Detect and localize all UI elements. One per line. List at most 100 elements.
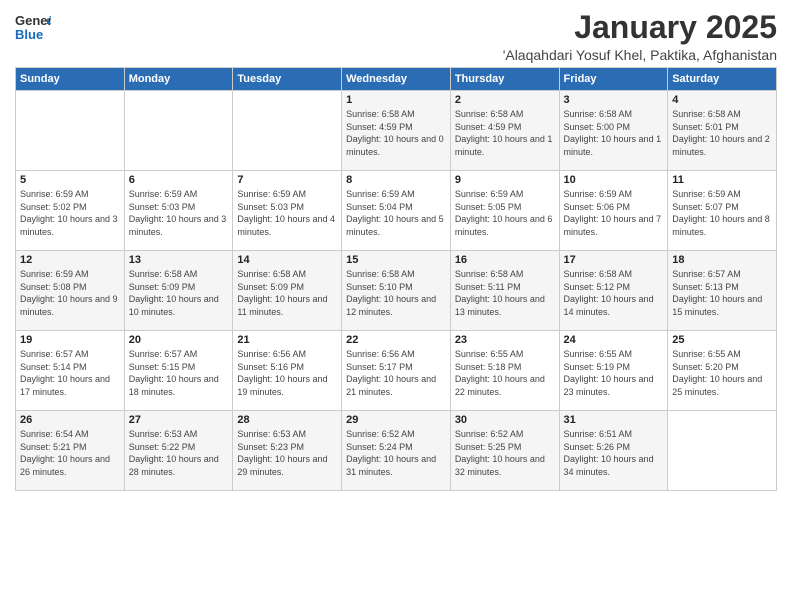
daylight-text: Daylight: 10 hours and 23 minutes.: [564, 373, 664, 398]
cell-4-4: 30Sunrise: 6:52 AMSunset: 5:25 PMDayligh…: [450, 411, 559, 491]
day-number: 3: [564, 94, 664, 106]
cell-2-3: 15Sunrise: 6:58 AMSunset: 5:10 PMDayligh…: [342, 251, 451, 331]
day-detail: Sunrise: 6:57 AMSunset: 5:13 PMDaylight:…: [672, 268, 772, 318]
day-detail: Sunrise: 6:58 AMSunset: 4:59 PMDaylight:…: [346, 108, 446, 158]
daylight-text: Daylight: 10 hours and 3 minutes.: [20, 213, 120, 238]
sunset-text: Sunset: 5:22 PM: [129, 441, 229, 454]
cell-2-1: 13 Sunrise: 6:58 AMSunset: 5:09 PMDayligh…: [124, 251, 233, 331]
day-number: 13: [129, 254, 229, 266]
sunset-text: Sunset: 4:59 PM: [455, 121, 555, 134]
day-detail: Sunrise: 6:58 AMSunset: 5:11 PMDaylight:…: [455, 268, 555, 318]
day-number: 22: [346, 334, 446, 346]
day-number: 12: [20, 254, 120, 266]
day-detail: Sunrise: 6:55 AMSunset: 5:18 PMDaylight:…: [455, 348, 555, 398]
day-number: 19: [20, 334, 120, 346]
daylight-text: Daylight: 10 hours and 34 minutes.: [564, 453, 664, 478]
day-detail: Sunrise: 6:56 AMSunset: 5:16 PMDaylight:…: [237, 348, 337, 398]
daylight-text: Daylight: 10 hours and 26 minutes.: [20, 453, 120, 478]
sunrise-text: Sunrise: 6:56 AM: [237, 348, 337, 361]
daylight-text: Daylight: 10 hours and 13 minutes.: [455, 293, 555, 318]
sunset-text: Sunset: 5:21 PM: [20, 441, 120, 454]
sunrise-text: Sunrise: 6:52 AM: [455, 428, 555, 441]
sunrise-text: Sunrise: 6:58 AM: [455, 268, 555, 281]
day-detail: Sunrise: 6:56 AMSunset: 5:17 PMDaylight:…: [346, 348, 446, 398]
day-number: 4: [672, 94, 772, 106]
cell-2-6: 18Sunrise: 6:57 AMSunset: 5:13 PMDayligh…: [668, 251, 777, 331]
day-number: 24: [564, 334, 664, 346]
day-number: 21: [237, 334, 337, 346]
sunset-text: Sunset: 5:09 PM: [129, 281, 229, 294]
sunrise-text: Sunrise: 6:58 AM: [455, 108, 555, 121]
day-number: 23: [455, 334, 555, 346]
cell-4-3: 29Sunrise: 6:52 AMSunset: 5:24 PMDayligh…: [342, 411, 451, 491]
sunset-text: Sunset: 5:06 PM: [564, 201, 664, 214]
week-row-4: 19Sunrise: 6:57 AMSunset: 5:14 PMDayligh…: [16, 331, 777, 411]
day-detail: Sunrise: 6:59 AMSunset: 5:03 PMDaylight:…: [237, 188, 337, 238]
day-number: 30: [455, 414, 555, 426]
cell-4-5: 31Sunrise: 6:51 AMSunset: 5:26 PMDayligh…: [559, 411, 668, 491]
week-row-2: 5Sunrise: 6:59 AMSunset: 5:02 PMDaylight…: [16, 171, 777, 251]
day-detail: Sunrise: 6:58 AMSunset: 5:09 PMDaylight:…: [237, 268, 337, 318]
cell-1-4: 9Sunrise: 6:59 AMSunset: 5:05 PMDaylight…: [450, 171, 559, 251]
sunrise-text: Sunrise: 6:59 AM: [20, 188, 120, 201]
sunrise-text: Sunrise: 6:53 AM: [237, 428, 337, 441]
daylight-text: Daylight: 10 hours and 12 minutes.: [346, 293, 446, 318]
daylight-text: Daylight: 10 hours and 2 minutes.: [672, 133, 772, 158]
day-detail: Sunrise: 6:58 AMSunset: 5:12 PMDaylight:…: [564, 268, 664, 318]
daylight-text: Daylight: 10 hours and 5 minutes.: [346, 213, 446, 238]
sunset-text: Sunset: 5:05 PM: [455, 201, 555, 214]
sunset-text: Sunset: 5:03 PM: [129, 201, 229, 214]
daylight-text: Daylight: 10 hours and 15 minutes.: [672, 293, 772, 318]
sunrise-text: Sunrise: 6:59 AM: [346, 188, 446, 201]
day-number: 27: [129, 414, 229, 426]
sunset-text: Sunset: 5:15 PM: [129, 361, 229, 374]
sunset-text: Sunset: 4:59 PM: [346, 121, 446, 134]
col-friday: Friday: [559, 68, 668, 91]
main-container: General Blue January 2025 'Alaqahdari Yo…: [0, 0, 792, 499]
logo: General Blue: [15, 10, 51, 46]
day-detail: Sunrise: 6:58 AMSunset: 4:59 PMDaylight:…: [455, 108, 555, 158]
day-detail: Sunrise: 6:59 AMSunset: 5:08 PMDaylight:…: [20, 268, 120, 318]
sunset-text: Sunset: 5:03 PM: [237, 201, 337, 214]
svg-text:Blue: Blue: [15, 27, 43, 42]
sunrise-text: Sunrise: 6:55 AM: [672, 348, 772, 361]
col-wednesday: Wednesday: [342, 68, 451, 91]
day-number: 26: [20, 414, 120, 426]
daylight-text: Daylight: 10 hours and 31 minutes.: [346, 453, 446, 478]
svg-text:General: General: [15, 13, 51, 28]
day-detail: Sunrise: 6:51 AMSunset: 5:26 PMDaylight:…: [564, 428, 664, 478]
sunrise-text: Sunrise: 6:58 AM: [672, 108, 772, 121]
sunrise-text: Sunrise: 6:59 AM: [129, 188, 229, 201]
cell-0-6: 4 Sunrise: 6:58 AMSunset: 5:01 PMDaylight…: [668, 91, 777, 171]
cell-3-3: 22 Sunrise: 6:56 AMSunset: 5:17 PMDayligh…: [342, 331, 451, 411]
sunrise-text: Sunrise: 6:59 AM: [455, 188, 555, 201]
sunrise-text: Sunrise: 6:58 AM: [129, 268, 229, 281]
sunset-text: Sunset: 5:12 PM: [564, 281, 664, 294]
sunrise-text: Sunrise: 6:55 AM: [455, 348, 555, 361]
sunset-text: Sunset: 5:14 PM: [20, 361, 120, 374]
day-number: 7: [237, 174, 337, 186]
sunset-text: Sunset: 5:01 PM: [672, 121, 772, 134]
cell-2-5: 17Sunrise: 6:58 AMSunset: 5:12 PMDayligh…: [559, 251, 668, 331]
sunset-text: Sunset: 5:19 PM: [564, 361, 664, 374]
sunrise-text: Sunrise: 6:53 AM: [129, 428, 229, 441]
daylight-text: Daylight: 10 hours and 22 minutes.: [455, 373, 555, 398]
day-detail: Sunrise: 6:59 AMSunset: 5:03 PMDaylight:…: [129, 188, 229, 238]
day-number: 29: [346, 414, 446, 426]
cell-1-2: 7 Sunrise: 6:59 AMSunset: 5:03 PMDaylight…: [233, 171, 342, 251]
header-row: Sunday Monday Tuesday Wednesday Thursday…: [16, 68, 777, 91]
day-number: 5: [20, 174, 120, 186]
cell-0-0: [16, 91, 125, 171]
sunset-text: Sunset: 5:08 PM: [20, 281, 120, 294]
day-number: 2: [455, 94, 555, 106]
col-thursday: Thursday: [450, 68, 559, 91]
day-detail: Sunrise: 6:58 AMSunset: 5:09 PMDaylight:…: [129, 268, 229, 318]
day-detail: Sunrise: 6:59 AMSunset: 5:04 PMDaylight:…: [346, 188, 446, 238]
day-detail: Sunrise: 6:55 AMSunset: 5:20 PMDaylight:…: [672, 348, 772, 398]
cell-1-5: 10Sunrise: 6:59 AMSunset: 5:06 PMDayligh…: [559, 171, 668, 251]
cell-1-1: 6Sunrise: 6:59 AMSunset: 5:03 PMDaylight…: [124, 171, 233, 251]
sunset-text: Sunset: 5:16 PM: [237, 361, 337, 374]
sunset-text: Sunset: 5:20 PM: [672, 361, 772, 374]
daylight-text: Daylight: 10 hours and 25 minutes.: [672, 373, 772, 398]
daylight-text: Daylight: 10 hours and 10 minutes.: [129, 293, 229, 318]
